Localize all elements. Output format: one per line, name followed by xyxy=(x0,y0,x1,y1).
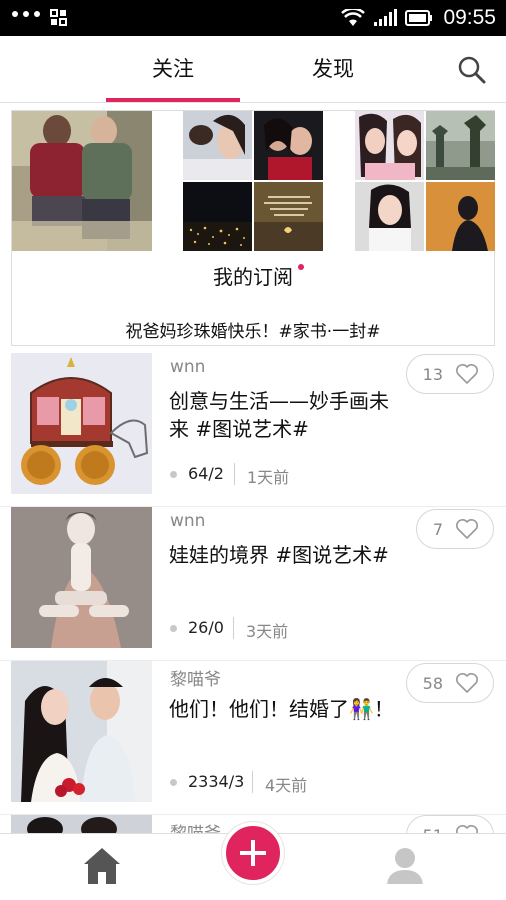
like-button[interactable]: 13 xyxy=(405,354,494,394)
signal-icon xyxy=(374,9,398,26)
battery-icon xyxy=(405,10,433,26)
bottom-tab-bar xyxy=(0,822,506,900)
subscription-cover-image xyxy=(12,111,152,251)
feed-author[interactable]: wnn xyxy=(170,357,205,377)
search-icon[interactable] xyxy=(456,54,488,86)
stats-dot xyxy=(170,625,177,632)
stats-divider xyxy=(252,771,253,793)
top-nav: 关注 发现 xyxy=(0,36,506,103)
feed-thumbnail xyxy=(11,353,152,494)
collage-image-3 xyxy=(183,182,252,251)
like-button[interactable]: 7 xyxy=(415,509,494,549)
stats-dot xyxy=(170,471,177,478)
feed-author[interactable]: wnn xyxy=(170,511,205,531)
feed-time: 3天前 xyxy=(246,622,289,641)
feed-item[interactable]: wnn 娃娃的境界 #图说艺术# 26/0 3天前 7 xyxy=(0,507,506,661)
feed-stats: 2334/3 xyxy=(188,772,245,791)
collage-image-6 xyxy=(426,111,495,180)
feed-item[interactable]: 黎喵爷 他们！他们！结婚了👫！ 2334/3 4天前 58 xyxy=(0,661,506,815)
feed-thumbnail xyxy=(11,507,152,648)
feed-title[interactable]: 他们！他们！结婚了👫！ xyxy=(169,695,394,723)
feed-stats: 64/2 xyxy=(188,464,224,483)
collage-image-2 xyxy=(254,111,323,180)
tab-follow[interactable]: 关注 xyxy=(106,36,240,103)
profile-icon[interactable] xyxy=(383,844,427,888)
status-bar: 09:55 xyxy=(0,0,506,36)
like-count: 13 xyxy=(422,364,443,384)
subscription-title: 我的订阅 xyxy=(213,265,293,289)
heart-icon xyxy=(456,364,478,384)
feed-time: 1天前 xyxy=(247,468,290,487)
feed-thumbnail xyxy=(11,815,152,835)
feed-stats: 26/0 xyxy=(188,618,224,637)
add-post-button[interactable] xyxy=(222,822,284,884)
collage-image-4 xyxy=(254,182,323,251)
active-tab-indicator xyxy=(106,98,240,102)
feed-title[interactable]: 娃娃的境界 #图说艺术# xyxy=(169,541,394,569)
home-icon[interactable] xyxy=(82,846,122,886)
tab-discover[interactable]: 发现 xyxy=(266,36,400,103)
feed-item[interactable]: wnn 创意与生活——妙手画未来 #图说艺术# 64/2 1天前 13 xyxy=(0,353,506,507)
collage-image-7 xyxy=(355,182,424,251)
like-count: 7 xyxy=(432,519,443,539)
subscription-caption: 祝爸妈珍珠婚快乐！#家书·一封# xyxy=(125,322,381,342)
stats-dot xyxy=(170,779,177,786)
collage-image-8 xyxy=(426,182,495,251)
collage-image-1 xyxy=(183,111,252,180)
collage-image-5 xyxy=(355,111,424,180)
feed-time: 4天前 xyxy=(265,776,308,795)
feed-title[interactable]: 创意与生活——妙手画未来 #图说艺术# xyxy=(169,387,394,443)
add-icon xyxy=(240,840,266,866)
heart-icon xyxy=(456,519,478,539)
feed-author[interactable]: 黎喵爷 xyxy=(170,665,221,690)
grid-icon xyxy=(50,9,67,26)
like-button[interactable]: 58 xyxy=(405,663,494,703)
stats-divider xyxy=(234,463,235,485)
status-time: 09:55 xyxy=(443,6,496,29)
wifi-icon xyxy=(341,9,366,26)
heart-icon xyxy=(456,673,478,693)
stats-divider xyxy=(233,617,234,639)
subscription-card[interactable]: 我的订阅 祝爸妈珍珠婚快乐！#家书·一封# xyxy=(11,110,495,346)
menu-dots-icon xyxy=(12,11,40,17)
new-indicator-dot xyxy=(298,264,304,270)
feed-thumbnail xyxy=(11,661,152,802)
like-count: 58 xyxy=(422,673,443,693)
